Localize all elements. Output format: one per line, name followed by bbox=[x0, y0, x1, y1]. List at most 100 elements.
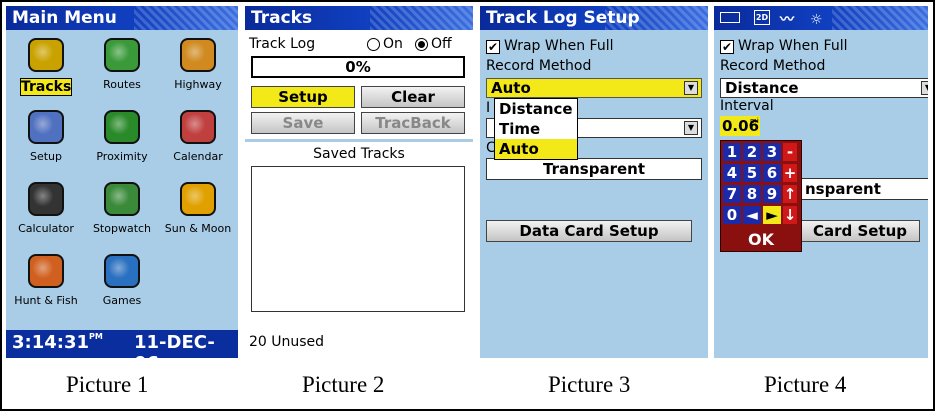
proximity-icon bbox=[104, 110, 140, 144]
screen-track-log-setup: Track Log Setup ✔ Wrap When Full Record … bbox=[480, 6, 708, 358]
track-icon: 〰 bbox=[780, 12, 794, 28]
menu-item-label: Games bbox=[102, 294, 142, 307]
keypad-key[interactable]: ► bbox=[763, 206, 781, 224]
menu-item-label: Routes bbox=[103, 78, 141, 91]
chevron-down-icon[interactable]: ▼ bbox=[684, 81, 698, 95]
dropdown-option[interactable]: Time bbox=[495, 119, 577, 139]
data-card-setup-button[interactable]: Data Card Setup bbox=[486, 220, 692, 242]
keypad-key[interactable]: 6 bbox=[763, 164, 781, 182]
menu-item-tracks[interactable]: Tracks bbox=[10, 36, 82, 100]
dropdown-option[interactable]: Distance bbox=[495, 99, 577, 119]
interval-field[interactable]: 0.06 mi bbox=[720, 116, 760, 136]
radio-on-label: On bbox=[383, 36, 403, 52]
record-method-label: Record Method bbox=[486, 58, 592, 74]
radio-off-label: Off bbox=[431, 36, 452, 52]
ok-button[interactable]: OK bbox=[721, 229, 801, 251]
caption-picture-3: Picture 3 bbox=[548, 372, 631, 397]
menu-item-hunt-fish[interactable]: Hunt & Fish bbox=[10, 252, 82, 316]
page-title: Tracks bbox=[251, 8, 313, 28]
keypad-key[interactable]: ◄ bbox=[743, 206, 761, 224]
record-method-value: Distance bbox=[725, 79, 799, 97]
keypad-key[interactable]: - bbox=[783, 143, 797, 161]
record-method-select[interactable]: Auto ▼ bbox=[486, 78, 702, 98]
menu-item-label: Calculator bbox=[18, 222, 74, 235]
menu-item-calculator[interactable]: Calculator bbox=[10, 180, 82, 244]
chevron-down-icon[interactable]: ▼ bbox=[921, 81, 928, 95]
clock-date: 11-DEC-06 bbox=[134, 332, 215, 358]
keypad-key[interactable]: 1 bbox=[723, 143, 741, 161]
wrap-checkbox[interactable]: ✔ bbox=[720, 40, 734, 54]
tracback-button[interactable]: TracBack bbox=[361, 112, 465, 134]
keypad-key[interactable]: + bbox=[783, 164, 797, 182]
record-method-value: Auto bbox=[491, 79, 531, 97]
unused-count: 20 Unused bbox=[249, 334, 325, 350]
data-card-setup-button[interactable]: Card Setup bbox=[800, 220, 920, 242]
interval-label-peek: I bbox=[486, 100, 491, 116]
chevron-down-icon[interactable]: ▼ bbox=[684, 121, 698, 135]
keypad-key[interactable]: ↑ bbox=[783, 185, 797, 203]
menu-item-label: Stopwatch bbox=[92, 222, 152, 235]
menu-item-label: Proximity bbox=[96, 150, 148, 163]
calendar-icon bbox=[180, 110, 216, 144]
setup-icon bbox=[28, 110, 64, 144]
record-method-label: Record Method bbox=[720, 58, 826, 74]
title-bar: Main Menu bbox=[6, 6, 238, 30]
menu-item-sun-moon[interactable]: Sun & Moon bbox=[162, 180, 234, 244]
radio-on[interactable] bbox=[367, 38, 380, 51]
menu-item-label: Setup bbox=[29, 150, 63, 163]
sun-moon-icon bbox=[180, 182, 216, 216]
saved-tracks-list[interactable] bbox=[251, 166, 465, 312]
menu-item-setup[interactable]: Setup bbox=[10, 108, 82, 172]
keypad-key[interactable]: 3 bbox=[763, 143, 781, 161]
track-log-progress-bar: 0% bbox=[251, 56, 465, 78]
data-card-label: Card Setup bbox=[812, 222, 908, 240]
keypad-key[interactable]: 4 bbox=[723, 164, 741, 182]
menu-item-label: Highway bbox=[174, 78, 222, 91]
stopwatch-icon bbox=[104, 182, 140, 216]
keypad-key[interactable]: ↓ bbox=[783, 206, 797, 224]
color-value: Transparent bbox=[543, 160, 645, 178]
caption-row: Picture 1 Picture 2 Picture 3 Picture 4 bbox=[0, 364, 935, 408]
interval-unit: mi bbox=[750, 117, 759, 125]
dropdown-option-selected[interactable]: Auto bbox=[495, 139, 577, 159]
menu-item-proximity[interactable]: Proximity bbox=[86, 108, 158, 172]
highway-icon bbox=[180, 38, 216, 72]
menu-item-highway[interactable]: Highway bbox=[162, 36, 234, 100]
routes-icon bbox=[104, 38, 140, 72]
radio-off[interactable] bbox=[415, 38, 428, 51]
divider bbox=[245, 139, 473, 142]
setup-button[interactable]: Setup bbox=[251, 86, 355, 108]
status-icon-bar: 2D 〰 ☼ bbox=[714, 6, 928, 30]
save-button[interactable]: Save bbox=[251, 112, 355, 134]
battery-icon bbox=[720, 12, 740, 23]
color-field[interactable]: nsparent bbox=[800, 178, 928, 200]
satellite-icon: 2D bbox=[754, 10, 770, 25]
menu-item-routes[interactable]: Routes bbox=[86, 36, 158, 100]
title-bar: Track Log Setup bbox=[480, 6, 708, 30]
record-method-dropdown: Distance Time Auto bbox=[494, 98, 578, 160]
keypad-key[interactable]: 0 bbox=[723, 206, 741, 224]
clear-button[interactable]: Clear bbox=[361, 86, 465, 108]
keypad-key[interactable]: 7 bbox=[723, 185, 741, 203]
menu-item-stopwatch[interactable]: Stopwatch bbox=[86, 180, 158, 244]
menu-item-calendar[interactable]: Calendar bbox=[162, 108, 234, 172]
menu-item-label: Hunt & Fish bbox=[14, 294, 78, 307]
menu-item-games[interactable]: Games bbox=[86, 252, 158, 316]
track-log-label: Track Log bbox=[249, 36, 316, 52]
clock-time: 3:14:31PM bbox=[12, 332, 103, 353]
hunt-fish-icon bbox=[28, 254, 64, 288]
page-title: Main Menu bbox=[12, 8, 117, 28]
wrap-label: Wrap When Full bbox=[504, 38, 614, 54]
color-value: nsparent bbox=[805, 180, 881, 198]
keypad-key[interactable]: 2 bbox=[743, 143, 761, 161]
interval-label: Interval bbox=[720, 98, 774, 114]
keypad-key[interactable]: 8 bbox=[743, 185, 761, 203]
keypad-key[interactable]: 9 bbox=[763, 185, 781, 203]
wrap-checkbox[interactable]: ✔ bbox=[486, 40, 500, 54]
record-method-select[interactable]: Distance ▼ bbox=[720, 78, 928, 98]
keypad-key[interactable]: 5 bbox=[743, 164, 761, 182]
color-field[interactable]: Transparent bbox=[486, 158, 702, 180]
title-bar: Tracks bbox=[245, 6, 473, 30]
caption-picture-1: Picture 1 bbox=[66, 372, 149, 397]
caption-picture-2: Picture 2 bbox=[302, 372, 385, 397]
